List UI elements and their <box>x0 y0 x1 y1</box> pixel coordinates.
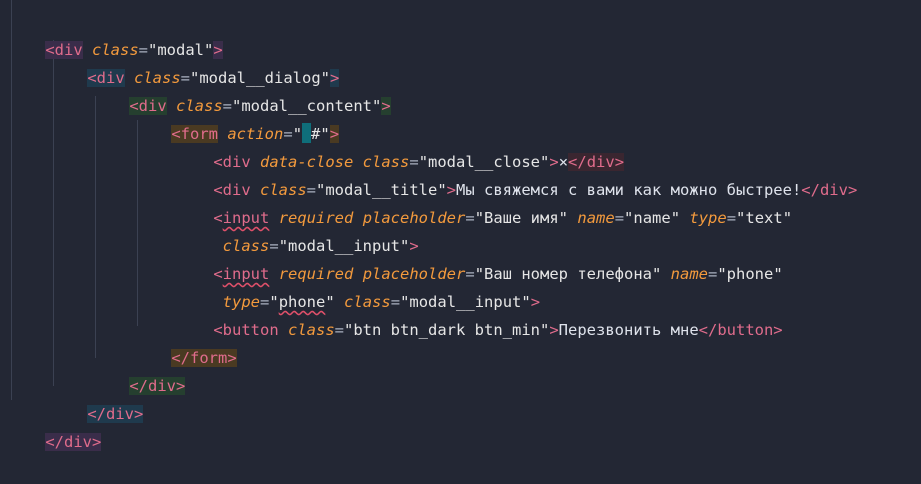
code-line-3[interactable]: <div class="modal__content"> <box>92 64 391 115</box>
attr-value: "name" <box>624 209 681 227</box>
code-line-14[interactable]: </div> <box>50 372 144 423</box>
attr-name: name <box>670 265 708 283</box>
code-line-11[interactable]: <button class="btn btn_dark btn_min">Пер… <box>176 288 782 339</box>
attr-value: "Ваше имя" <box>474 209 569 227</box>
attr-name: type <box>689 209 727 227</box>
code-editor[interactable]: <div class="modal"> <div class="modal__d… <box>0 0 921 451</box>
attr-value: "phone" <box>717 265 783 283</box>
attr-value: "btn btn_dark btn_min" <box>344 321 550 339</box>
code-line-5[interactable]: <div data-close class="modal__close">×</… <box>176 120 625 171</box>
code-line-8[interactable]: class="modal__input"> <box>176 204 419 255</box>
code-line-15[interactable]: </div> <box>8 400 102 451</box>
code-line-13[interactable]: </div> <box>92 344 186 395</box>
text-content: Перезвонить мне <box>558 321 699 339</box>
code-line-7[interactable]: <input required placeholder="Ваше имя" n… <box>176 176 792 227</box>
code-line-9[interactable]: <input required placeholder="Ваш номер т… <box>176 232 782 283</box>
code-line-12[interactable]: </form> <box>134 316 237 367</box>
code-line-4[interactable]: <form action=" #"> <box>134 92 340 143</box>
attr-name: class <box>288 321 335 339</box>
code-line-10[interactable]: type="phone" class="modal__input"> <box>176 260 540 311</box>
code-line-6[interactable]: <div class="modal__title">Мы свяжемся с … <box>176 148 857 199</box>
code-line-2[interactable]: <div class="modal__dialog"> <box>50 36 340 87</box>
code-line-1[interactable]: <div class="modal"> <box>8 8 223 59</box>
tag-close: </div> <box>45 433 102 451</box>
attr-name: name <box>577 209 615 227</box>
attr-value: "text" <box>736 209 793 227</box>
